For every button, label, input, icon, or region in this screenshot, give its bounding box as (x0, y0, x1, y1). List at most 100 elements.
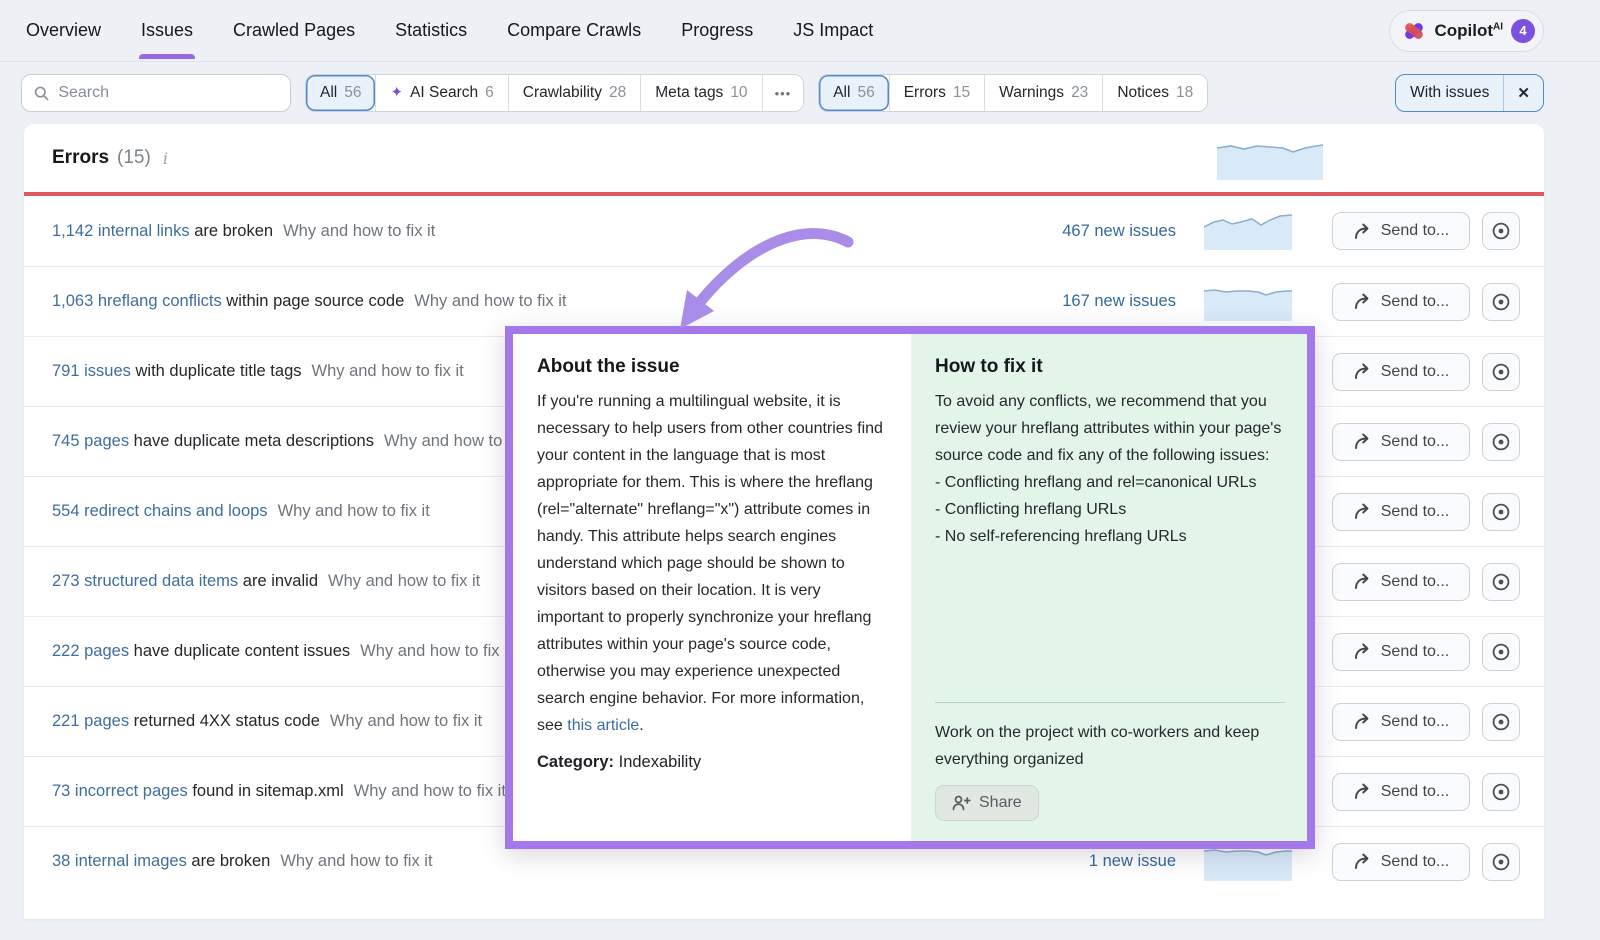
send-to-label: Send to... (1381, 713, 1450, 731)
add-person-icon (952, 795, 971, 811)
eye-icon (1491, 782, 1511, 802)
issue-link[interactable]: 1,142 internal links (52, 222, 190, 240)
nav-tab-issues[interactable]: Issues (139, 2, 195, 59)
more-filters-button[interactable]: ••• (762, 75, 804, 111)
fix-list-item: - Conflicting hreflang URLs (935, 496, 1285, 523)
view-issue-button[interactable] (1482, 283, 1520, 321)
issue-link[interactable]: 273 structured data items (52, 572, 238, 590)
info-icon[interactable]: i (163, 149, 168, 168)
why-how-to-fix-link[interactable]: Why and how to fix it (330, 712, 482, 731)
send-to-button[interactable]: Send to... (1332, 212, 1470, 250)
filter-chip-all[interactable]: All56 (306, 75, 375, 111)
search-box[interactable] (21, 74, 291, 112)
send-arrow-icon (1353, 433, 1372, 450)
nav-tab-statistics[interactable]: Statistics (393, 2, 469, 59)
send-to-label: Send to... (1381, 783, 1450, 801)
send-to-label: Send to... (1381, 643, 1450, 661)
why-how-to-fix-link[interactable]: Why and how to fix it (312, 362, 464, 381)
issue-link[interactable]: 1,063 hreflang conflicts (52, 292, 222, 310)
issue-link[interactable]: 73 incorrect pages (52, 782, 188, 800)
view-issue-button[interactable] (1482, 773, 1520, 811)
filter-chip-count: 56 (857, 84, 874, 102)
errors-title: Errors (52, 147, 109, 169)
why-how-to-fix-link[interactable]: Why and how to fix it (360, 642, 512, 661)
view-issue-button[interactable] (1482, 633, 1520, 671)
copilot-badge: 4 (1511, 19, 1535, 43)
copilot-button[interactable]: CopilotAI 4 (1389, 10, 1544, 52)
about-heading: About the issue (537, 356, 889, 378)
why-how-to-fix-link[interactable]: Why and how to fix it (283, 222, 435, 241)
issue-link[interactable]: 745 pages (52, 432, 129, 450)
why-how-to-fix-link[interactable]: Why and how to fix it (280, 852, 432, 871)
view-issue-button[interactable] (1482, 703, 1520, 741)
send-to-label: Send to... (1381, 853, 1450, 871)
filter-chip-notices[interactable]: Notices18 (1102, 75, 1207, 111)
fix-list: - Conflicting hreflang and rel=canonical… (935, 469, 1285, 550)
share-text: Work on the project with co-workers and … (935, 719, 1285, 773)
filter-chip-label: Errors (904, 84, 946, 102)
why-how-to-fix-link[interactable]: Why and how to fix it (354, 782, 506, 801)
view-issue-button[interactable] (1482, 563, 1520, 601)
issue-link[interactable]: 221 pages (52, 712, 129, 730)
send-to-label: Send to... (1381, 222, 1450, 240)
view-issue-button[interactable] (1482, 843, 1520, 881)
issue-trend-sparkline (1204, 283, 1292, 321)
issue-text-value: have duplicate meta descriptions (134, 432, 374, 450)
share-button[interactable]: Share (935, 785, 1039, 821)
view-issue-button[interactable] (1482, 212, 1520, 250)
eye-icon (1491, 432, 1511, 452)
issue-link[interactable]: 791 issues (52, 362, 131, 380)
share-block: Work on the project with co-workers and … (935, 702, 1285, 821)
search-icon (34, 85, 49, 102)
issue-link[interactable]: 38 internal images (52, 852, 187, 870)
filter-chip-meta-tags[interactable]: Meta tags10 (640, 75, 761, 111)
copilot-logo-icon (1402, 19, 1426, 43)
new-issues-link[interactable]: 1 new issue (1036, 852, 1176, 871)
issue-trend-sparkline (1204, 212, 1292, 250)
category-line: Category: Indexability (537, 753, 889, 772)
why-how-to-fix-link[interactable]: Why and how to fix it (328, 572, 480, 591)
send-to-button[interactable]: Send to... (1332, 563, 1470, 601)
new-issues-link[interactable]: 167 new issues (1036, 292, 1176, 311)
this-article-link[interactable]: this article (567, 717, 639, 734)
send-to-button[interactable]: Send to... (1332, 423, 1470, 461)
filter-chip-ai-search[interactable]: ✦AI Search6 (375, 75, 507, 111)
send-to-button[interactable]: Send to... (1332, 283, 1470, 321)
nav-tab-overview[interactable]: Overview (24, 2, 103, 59)
filter-chip-all[interactable]: All56 (819, 75, 888, 111)
ai-sparkles-icon: ✦ (390, 83, 403, 101)
nav-tab-progress[interactable]: Progress (679, 2, 755, 59)
eye-icon (1491, 502, 1511, 522)
search-input[interactable] (58, 84, 278, 102)
why-how-to-fix-link[interactable]: Why and how to fix it (278, 502, 430, 521)
send-to-button[interactable]: Send to... (1332, 843, 1470, 881)
send-to-button[interactable]: Send to... (1332, 353, 1470, 391)
issue-link[interactable]: 222 pages (52, 642, 129, 660)
send-to-button[interactable]: Send to... (1332, 633, 1470, 671)
send-arrow-icon (1353, 783, 1372, 800)
eye-icon (1491, 292, 1511, 312)
filter-chip-label: Warnings (999, 84, 1064, 102)
about-the-issue-panel: About the issue If you're running a mult… (513, 334, 911, 841)
why-how-to-fix-link[interactable]: Why and how to fix it (414, 292, 566, 311)
nav-tab-js-impact[interactable]: JS Impact (791, 2, 875, 59)
new-issues-link[interactable]: 467 new issues (1036, 222, 1176, 241)
filter-chip-warnings[interactable]: Warnings23 (984, 75, 1102, 111)
view-issue-button[interactable] (1482, 423, 1520, 461)
filter-chip-count: 10 (730, 84, 747, 102)
issue-link[interactable]: 554 redirect chains and loops (52, 502, 268, 520)
send-to-button[interactable]: Send to... (1332, 493, 1470, 531)
nav-tab-crawled-pages[interactable]: Crawled Pages (231, 2, 357, 59)
with-issues-filter[interactable]: With issues ✕ (1395, 74, 1544, 112)
filter-chip-crawlability[interactable]: Crawlability28 (508, 75, 641, 111)
send-to-button[interactable]: Send to... (1332, 773, 1470, 811)
view-issue-button[interactable] (1482, 353, 1520, 391)
send-to-button[interactable]: Send to... (1332, 703, 1470, 741)
view-issue-button[interactable] (1482, 493, 1520, 531)
issue-text-value: have duplicate content issues (134, 642, 350, 660)
with-issues-close-icon[interactable]: ✕ (1504, 75, 1543, 111)
filter-chip-errors[interactable]: Errors15 (889, 75, 984, 111)
nav-tabs: Overview Issues Crawled Pages Statistics Com… (24, 2, 911, 59)
nav-tab-compare-crawls[interactable]: Compare Crawls (505, 2, 643, 59)
category-label: Category: (537, 753, 614, 771)
